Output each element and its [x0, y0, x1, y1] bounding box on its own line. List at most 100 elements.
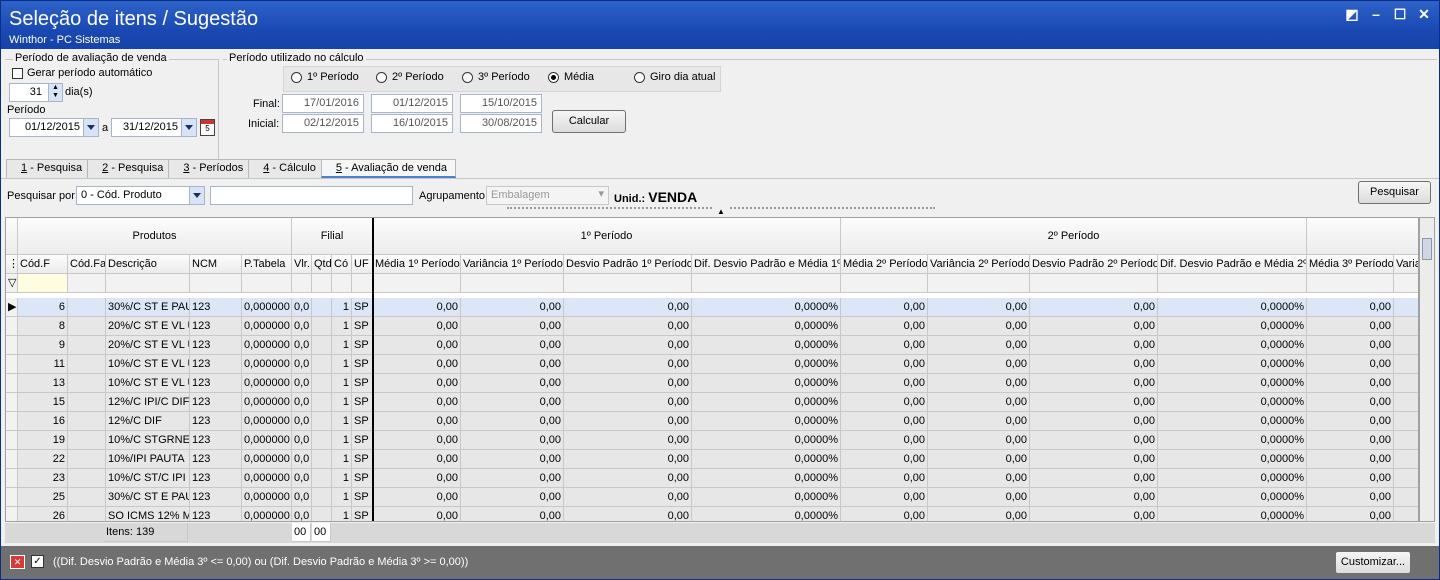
table-cell[interactable]: 22	[18, 450, 68, 469]
table-cell[interactable]	[68, 450, 106, 469]
table-cell[interactable]: 0,00	[373, 488, 461, 507]
table-cell[interactable]	[312, 355, 332, 374]
table-cell[interactable]: 0,0000%	[1158, 507, 1307, 521]
table-cell[interactable]: 0,0	[292, 393, 312, 412]
column-header[interactable]: Variância 2º Período	[928, 255, 1030, 274]
table-cell[interactable]: 0,00	[1030, 431, 1158, 450]
table-cell[interactable]: 0,00	[928, 298, 1030, 317]
table-cell[interactable]: 0,00	[373, 469, 461, 488]
table-cell[interactable]: 0,00	[928, 488, 1030, 507]
filter-cell[interactable]	[106, 274, 190, 293]
table-cell[interactable]: 0,000000	[242, 298, 292, 317]
filter-cell[interactable]	[1307, 274, 1394, 293]
tab-pesquisa-2[interactable]: 2 - Pesquisa	[87, 159, 173, 178]
table-cell[interactable]: 0,00	[373, 393, 461, 412]
table-cell[interactable]: SP	[352, 488, 373, 507]
table-cell[interactable]: 0,00	[1307, 507, 1394, 521]
table-cell[interactable]	[68, 469, 106, 488]
table-cell[interactable]: 0,00	[373, 450, 461, 469]
table-cell[interactable]: SP	[352, 317, 373, 336]
table-cell[interactable]: 0,000000	[242, 469, 292, 488]
table-cell[interactable]: 0,00	[1307, 469, 1394, 488]
chevron-down-icon[interactable]	[83, 119, 98, 136]
table-cell[interactable]	[312, 450, 332, 469]
table-cell[interactable]: 0,0	[292, 374, 312, 393]
table-cell[interactable]: 0,0000%	[692, 450, 841, 469]
table-cell[interactable]: 0,00	[1030, 355, 1158, 374]
radio-media[interactable]	[548, 72, 559, 83]
table-cell[interactable]: SP	[352, 298, 373, 317]
table-cell[interactable]: 0,0	[292, 355, 312, 374]
final-3-input[interactable]: 15/10/2015	[460, 94, 542, 113]
table-cell[interactable]: 0,00	[564, 336, 692, 355]
table-cell[interactable]	[1394, 488, 1418, 507]
table-cell[interactable]	[1394, 298, 1418, 317]
table-cell[interactable]: 123	[190, 412, 242, 431]
table-cell[interactable]: 0,00	[564, 488, 692, 507]
table-cell[interactable]: 0,00	[373, 507, 461, 521]
table-cell[interactable]: 0,000000	[242, 488, 292, 507]
table-cell[interactable]: 16	[18, 412, 68, 431]
table-cell[interactable]: 0,00	[564, 374, 692, 393]
table-cell[interactable]: 0,00	[564, 450, 692, 469]
table-cell[interactable]: 0,000000	[242, 393, 292, 412]
filter-cell[interactable]	[692, 274, 841, 293]
row-indicator[interactable]	[6, 317, 18, 336]
column-header[interactable]: Vlr.	[292, 255, 312, 274]
table-cell[interactable]: 0,00	[1307, 431, 1394, 450]
row-indicator-icon[interactable]: ▶	[6, 298, 18, 317]
table-cell[interactable]: 0,0000%	[1158, 298, 1307, 317]
table-cell[interactable]: 0,0	[292, 488, 312, 507]
table-cell[interactable]: 0,0000%	[1158, 412, 1307, 431]
table-cell[interactable]: 0,0000%	[1158, 488, 1307, 507]
table-cell[interactable]: 0,000000	[242, 507, 292, 521]
table-cell[interactable]: 0,00	[564, 355, 692, 374]
table-cell[interactable]: 0,0000%	[692, 374, 841, 393]
agrupamento-select[interactable]: Embalagem ▾	[486, 186, 609, 205]
table-cell[interactable]: SP	[352, 393, 373, 412]
tab-avaliacao-venda[interactable]: 5 - Avaliação de venda	[320, 159, 456, 178]
column-header[interactable]: Cód.Fa	[68, 255, 106, 274]
table-cell[interactable]: 0,00	[461, 393, 564, 412]
table-cell[interactable]: SP	[352, 336, 373, 355]
table-cell[interactable]	[312, 507, 332, 521]
filter-cell[interactable]	[1158, 274, 1307, 293]
table-cell[interactable]	[68, 431, 106, 450]
table-cell[interactable]	[68, 488, 106, 507]
filter-cell[interactable]	[332, 274, 352, 293]
final-1-input[interactable]: 17/01/2016	[282, 94, 364, 113]
filter-text[interactable]: ((Dif. Desvio Padrão e Média 3º <= 0,00)…	[53, 556, 468, 568]
chevron-down-icon[interactable]	[181, 119, 196, 136]
periodo-inicio-input[interactable]: 01/12/2015	[9, 118, 99, 137]
table-cell[interactable]: 0,0	[292, 507, 312, 521]
table-cell[interactable]: SP	[352, 469, 373, 488]
table-cell[interactable]: 0,00	[841, 450, 928, 469]
table-cell[interactable]	[312, 431, 332, 450]
column-header[interactable]: Desvio Padrão 2º Período	[1030, 255, 1158, 274]
table-cell[interactable]: 0,00	[1307, 374, 1394, 393]
table-cell[interactable]	[312, 469, 332, 488]
periodo-fim-input[interactable]: 31/12/2015	[111, 118, 197, 137]
table-cell[interactable]: 0,00	[841, 488, 928, 507]
filter-cell[interactable]	[841, 274, 928, 293]
table-cell[interactable]: 0,00	[461, 488, 564, 507]
table-cell[interactable]: 0,000000	[242, 317, 292, 336]
table-cell[interactable]: 0,00	[461, 412, 564, 431]
table-cell[interactable]: 1	[332, 507, 352, 521]
close-icon[interactable]: ✕	[1417, 7, 1431, 21]
table-cell[interactable]: 0,00	[461, 507, 564, 521]
customizar-button[interactable]: Customizar...	[1335, 551, 1411, 574]
filter-cell[interactable]	[190, 274, 242, 293]
table-cell[interactable]: 1	[332, 355, 352, 374]
table-cell[interactable]: 0,00	[373, 412, 461, 431]
table-cell[interactable]: 0,0000%	[1158, 317, 1307, 336]
table-cell[interactable]: 0,00	[1307, 412, 1394, 431]
table-cell[interactable]: 0,00	[461, 355, 564, 374]
table-cell[interactable]: 0,00	[841, 393, 928, 412]
table-cell[interactable]	[1394, 393, 1418, 412]
row-indicator[interactable]	[6, 469, 18, 488]
table-cell[interactable]: 0,0	[292, 469, 312, 488]
table-cell[interactable]: 123	[190, 374, 242, 393]
calendar-icon[interactable]: 5	[200, 119, 215, 136]
table-cell[interactable]: 0,00	[841, 469, 928, 488]
